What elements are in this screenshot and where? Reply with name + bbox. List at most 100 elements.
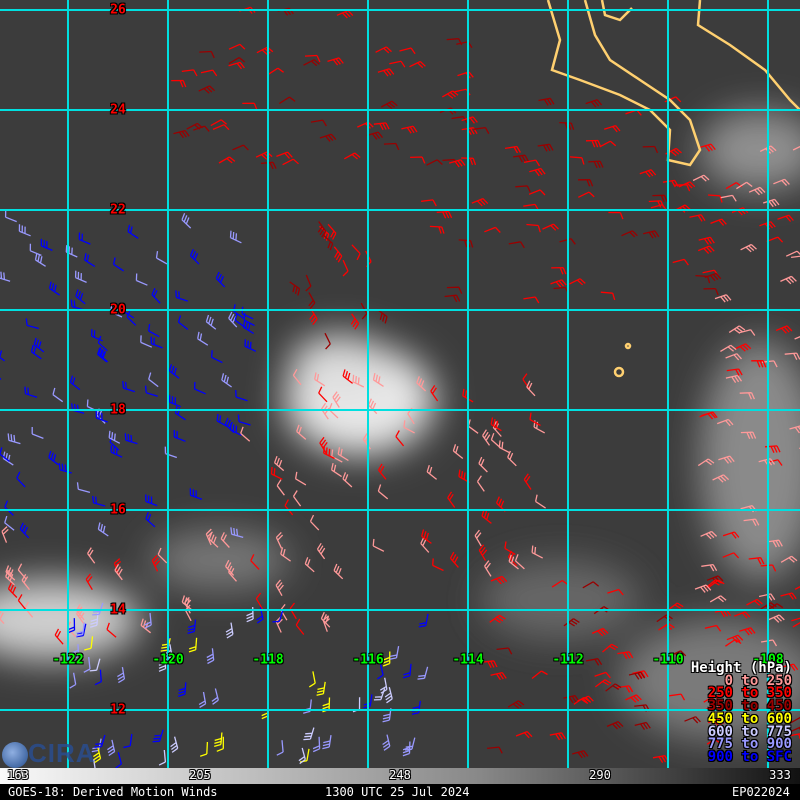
wind-barb [446,286,463,294]
wind-barb [218,156,236,164]
wind-barb [304,557,315,573]
wind-barb [205,314,217,330]
colorbar-tick: 248 [389,768,411,782]
wind-barb [186,122,204,130]
wind-barb [303,59,320,67]
wind-barb [242,102,258,111]
wind-barb [484,560,492,577]
wind-barb [16,471,26,488]
wind-barb [452,444,464,460]
wind-barb [600,291,616,301]
wind-barb [316,681,326,696]
wind-barb [523,159,541,167]
wind-barb [175,290,188,302]
wind-barb [411,700,421,715]
wind-barb [383,142,400,151]
wind-barb [240,426,251,442]
wind-barb [181,213,192,229]
wind-barb [403,663,412,679]
wind-barb [282,158,299,166]
wind-barb [319,133,337,142]
wind-barb [123,733,133,749]
globe-icon [2,742,28,768]
wind-barb [303,699,312,714]
wind-barb [577,179,594,187]
wind-barb [478,544,488,561]
wind-barb [608,211,624,220]
wind-barb [0,377,2,380]
wind-barb [496,647,513,655]
wind-barb [780,275,797,285]
wind-barb [733,611,751,619]
wind-barb [585,139,602,148]
wind-barb [777,214,794,222]
wind-barb [534,494,546,509]
wind-barb [305,274,312,292]
wind-barb [692,174,710,182]
wind-barb [92,495,106,507]
wind-barb [790,726,800,733]
wind-barb [526,223,541,233]
wind-barb [526,380,536,397]
wind-barb [117,666,126,684]
wind-barb [211,688,219,705]
wind-barb [228,61,245,70]
wind-barb [482,429,491,446]
wind-barb [181,69,198,77]
wind-barb [507,700,525,709]
latitude-label: 20 [110,302,126,318]
wind-barb [417,666,429,680]
wind-barb [380,100,398,110]
wind-barb [588,160,604,169]
wind-barb [31,427,44,440]
wind-barb [327,223,337,240]
wind-barb [244,339,257,352]
wind-barb [40,238,53,252]
wind-barb [376,308,388,324]
wind-barb [382,734,391,751]
wind-barb [303,727,315,741]
wind-barb [124,433,138,445]
wind-barb [210,350,223,364]
wind-barb [507,450,517,467]
colorbar-tick: 163 [7,768,29,782]
wind-barb [418,613,429,628]
wind-barb [48,281,60,296]
wind-barb [720,194,737,202]
wind-barb [112,257,124,272]
wind-barb [447,491,456,508]
wind-barb [594,671,611,679]
wind-barb [256,46,274,56]
wind-barb [229,423,242,436]
height-legend: Height (hPa) 0 to 250 250 to 350 350 to 45… [691,661,792,764]
wind-barb [720,344,737,352]
wind-barb [126,310,137,326]
satellite-map[interactable]: 26 24 22 20 18 16 14 12 -122 -120 -118 -116 -114 -112… [0,0,800,768]
wind-barb [200,69,218,77]
wind-barb [255,151,273,160]
wind-barb [289,281,301,296]
wind-barb [225,622,234,639]
wind-barb [74,270,87,283]
wind-barb [740,243,757,253]
wind-barb [553,286,570,295]
wind-barb [746,598,763,606]
wind-barb [701,563,718,572]
wind-barb [457,71,474,79]
wind-barb [402,741,411,757]
wind-barb [458,239,474,248]
wind-barb [275,579,284,597]
wind-barb [19,522,30,539]
wind-barb [642,145,659,154]
wind-barb [150,336,163,349]
wind-barb [709,595,727,603]
wind-barb [188,637,198,653]
wind-barb [84,253,96,267]
wind-barb [529,167,546,177]
wind-barb [78,232,91,245]
longitude-label: -110 [652,652,684,668]
wind-barb [135,273,148,286]
wind-barb [273,455,285,472]
wind-barb [703,287,719,296]
wind-barb [791,617,800,622]
